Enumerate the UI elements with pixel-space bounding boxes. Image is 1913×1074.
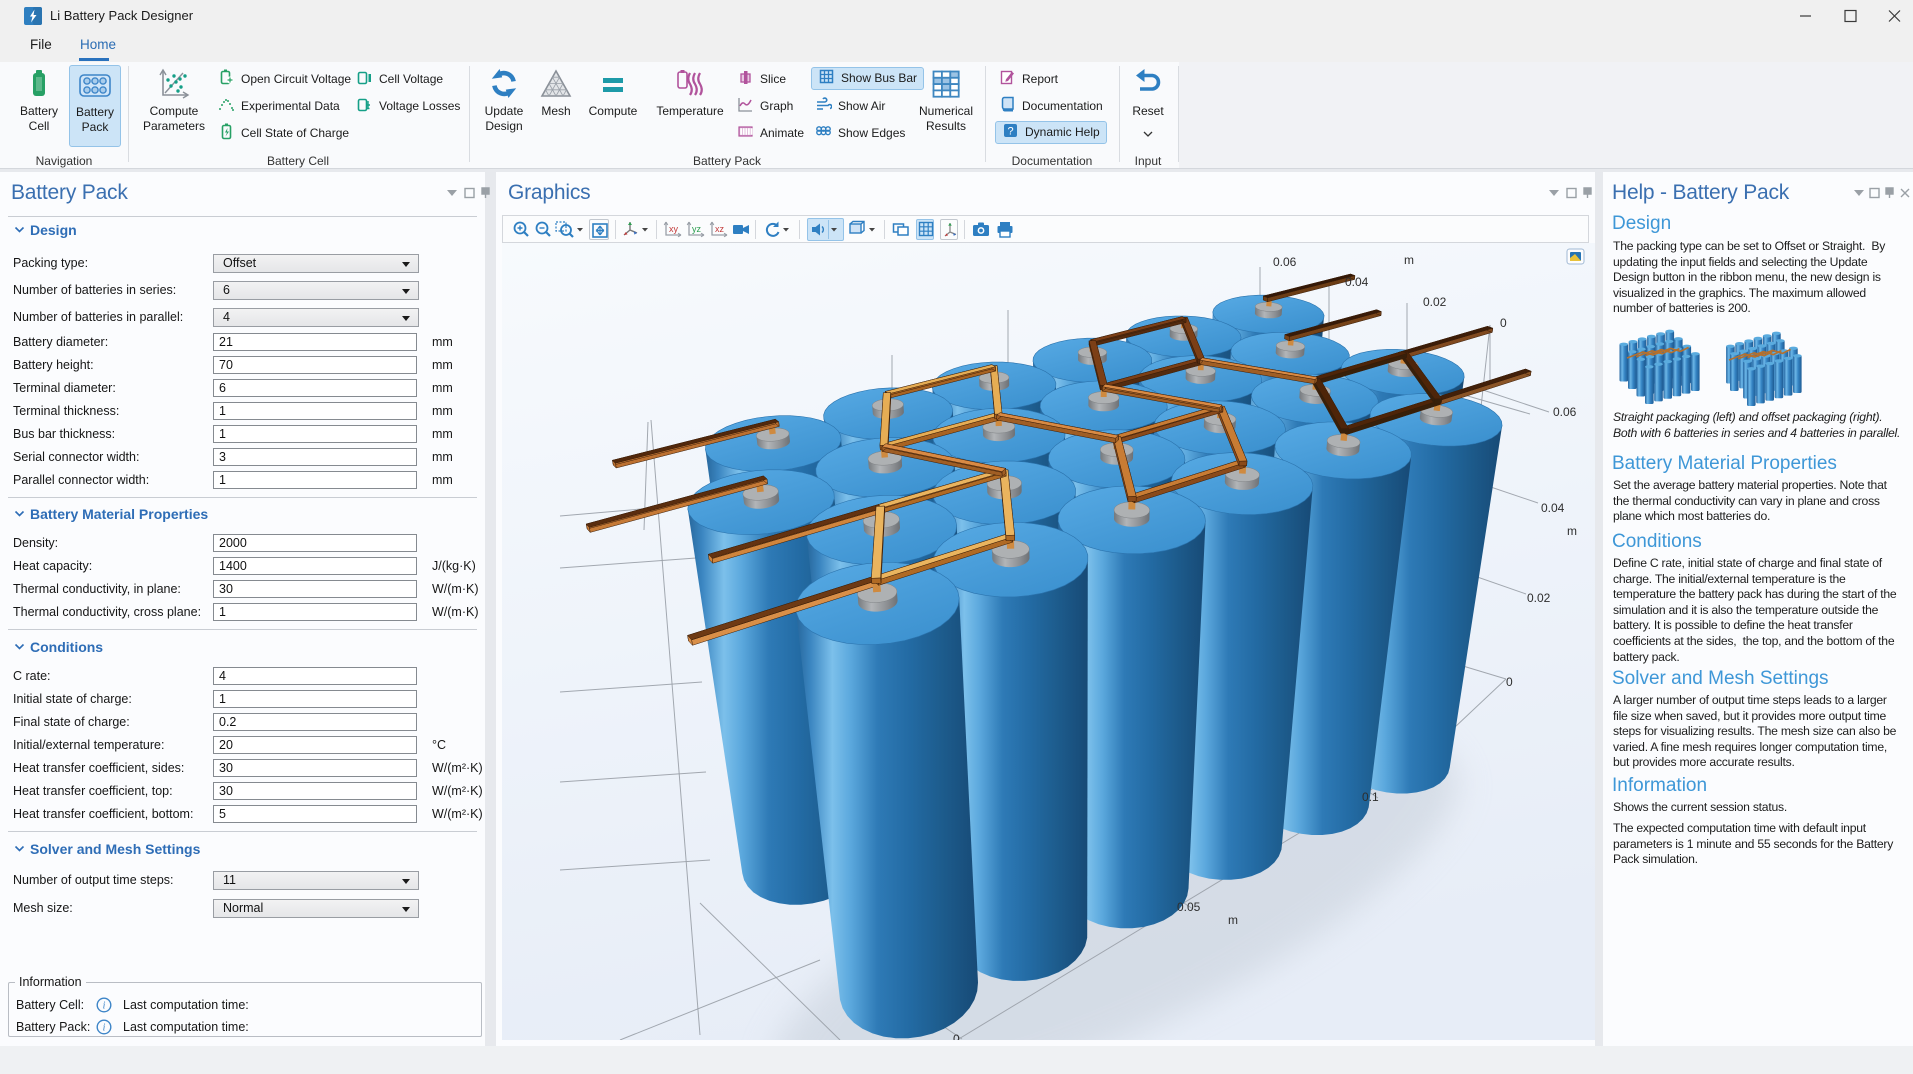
svg-text:yz: yz <box>692 224 702 234</box>
svg-text:m: m <box>1567 524 1577 538</box>
svg-text:m: m <box>1404 253 1414 267</box>
svg-text:0.05: 0.05 <box>1177 900 1201 914</box>
svg-text:i: i <box>103 1023 106 1034</box>
svg-text:0.02: 0.02 <box>1423 295 1447 309</box>
svg-text:m: m <box>1228 913 1238 927</box>
svg-text:0.06: 0.06 <box>1553 405 1577 419</box>
svg-text:i: i <box>103 1001 106 1012</box>
svg-text:xz: xz <box>715 224 725 234</box>
svg-text:0.06: 0.06 <box>1273 255 1297 269</box>
svg-text:0: 0 <box>1506 675 1513 689</box>
svg-text:xy: xy <box>669 224 679 234</box>
svg-text:0.04: 0.04 <box>1541 501 1565 515</box>
svg-text:0.1: 0.1 <box>1362 790 1379 804</box>
svg-text:0.02: 0.02 <box>1527 591 1551 605</box>
svg-text:0.04: 0.04 <box>1345 275 1369 289</box>
svg-text:0: 0 <box>1500 316 1507 330</box>
svg-text:0: 0 <box>953 1032 960 1040</box>
svg-text:?: ? <box>1007 126 1013 138</box>
